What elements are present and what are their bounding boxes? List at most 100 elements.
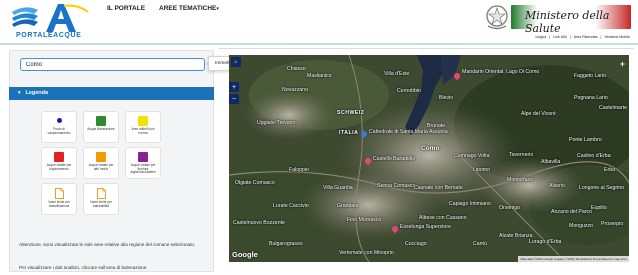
satellite-map[interactable]: ⌂ + − + Chiasso Maslianico Villa d'Este … bbox=[229, 55, 629, 262]
map-label-fino: Fino Mornasco bbox=[347, 217, 382, 223]
map-label-albavilla: Albavilla bbox=[541, 159, 561, 165]
zoom-in-button[interactable]: + bbox=[229, 82, 239, 92]
link-link-utili[interactable]: Link Utili bbox=[553, 35, 567, 39]
map-label-ponte: Ponte Lambro bbox=[569, 137, 602, 143]
legend-label: Punto di campionamento bbox=[47, 127, 71, 135]
map-label-esselunga: Esselunga Superstore bbox=[400, 224, 452, 230]
legend-item-valori-balneabilita[interactable]: Valori limite per balneabilità bbox=[83, 183, 119, 215]
legend-item-vietate-fioritura: Acque vietate per fioritura alghe/cianob… bbox=[125, 147, 161, 179]
legend-grid: Punto di campionamento Acque Balneazione… bbox=[41, 111, 165, 215]
map-label-longone: Longone al Segrino bbox=[579, 185, 624, 191]
separator: | bbox=[549, 35, 551, 39]
map-label-olgiate: Olgiate Comasco bbox=[235, 180, 275, 186]
ministry-title: Ministero della Salute bbox=[525, 9, 610, 35]
map-label-pognana: Pognana Lario bbox=[574, 95, 608, 101]
map-label-castelnuovo: Castelnuovo Bozzente bbox=[233, 220, 285, 226]
blue-dot-icon bbox=[56, 118, 62, 123]
map-label-albese: Albese con Cassano bbox=[419, 215, 467, 221]
nav-aree-tematiche[interactable]: AREE TEMATICHE▾ bbox=[159, 5, 219, 12]
legend-item-aree-fuori-norma: Aree adibiti fuori norma bbox=[125, 111, 161, 143]
legend-label: Acque vietate per inquinamento bbox=[46, 163, 72, 171]
logo-text: PORTALEACQUE bbox=[16, 32, 82, 39]
map-label-uggiate: Uggiate-Trevano bbox=[257, 120, 296, 126]
legend-label: Valori limite per classificazione bbox=[48, 200, 70, 208]
map-label-mandarin: Mandarin Oriental, Lago Di Como bbox=[462, 69, 540, 75]
legend-title: Legenda bbox=[25, 90, 49, 96]
fullscreen-icon[interactable]: + bbox=[620, 59, 625, 69]
map-label-orsenigo: Orsenigo bbox=[499, 205, 521, 211]
map-label-castello: Castello Baradello bbox=[373, 156, 416, 162]
map-label-alzate: Alzate Brianza bbox=[499, 233, 533, 239]
map-label-faloppio: Faloppio bbox=[289, 167, 309, 173]
legend-label: Acque Balneazione bbox=[87, 127, 115, 131]
legend-label: Valori limite per balneabilità bbox=[90, 200, 112, 208]
separator: | bbox=[569, 35, 571, 39]
triangle-down-icon: ▼ bbox=[17, 90, 22, 95]
map-label-vertemate: Vertemate con Minoprio bbox=[339, 250, 394, 256]
map-label-villaguardia: Villa Guardia bbox=[323, 185, 353, 191]
legend-label: Aree adibiti fuori norma bbox=[131, 127, 155, 135]
map-label-canzo: Caslino d'Erba bbox=[577, 153, 611, 159]
document-icon bbox=[54, 188, 64, 199]
map-label-senna: Senna Comasco bbox=[377, 183, 416, 189]
map-label-cantu: Cantù bbox=[473, 241, 487, 247]
legend-toggle[interactable]: ▼ Legenda bbox=[9, 87, 214, 100]
map-label-blevio: Blevio bbox=[439, 95, 454, 101]
utility-links: Lingua | Link Utili | Area Riservata | V… bbox=[533, 35, 630, 39]
nav-il-portale-label: IL PORTALE bbox=[107, 5, 146, 12]
map-label-tavernerio: Tavernerio bbox=[509, 152, 534, 158]
legend-item-acque-balneazione: Acque Balneazione bbox=[83, 111, 119, 143]
map-label-anzano: Anzano del Parco bbox=[551, 209, 592, 215]
legend-item-vietate-altri-motivi: Acque vietate per altri motivi bbox=[83, 147, 119, 179]
map-label-monguzzo: Monguzzo bbox=[569, 223, 593, 229]
map-label-proserpio: Proserpio bbox=[601, 221, 624, 227]
link-versione-mobile[interactable]: Versione Mobile bbox=[604, 35, 630, 39]
legend-item-valori-classificazione[interactable]: Valori limite per classificazione bbox=[41, 183, 77, 215]
content-divider bbox=[219, 48, 634, 49]
nav-aree-tematiche-label: AREE TEMATICHE bbox=[159, 5, 217, 12]
map-label-cattedrale: Cattedrale di Santa Maria Assunta bbox=[369, 129, 448, 135]
notice-instruction: Per visualizzare i dati analitici, clicc… bbox=[19, 265, 148, 270]
red-swatch bbox=[54, 152, 64, 162]
notice-text: Attenzione, sono visualizzate le sole ar… bbox=[19, 242, 196, 247]
map-label-como: Como bbox=[421, 145, 440, 152]
map-label-cucciago: Cucciago bbox=[405, 241, 427, 247]
map-label-grandate: Grandate bbox=[337, 203, 359, 209]
map-label-villa-este: Villa d'Este bbox=[384, 71, 410, 77]
map-label-cernobbio: Cernobbio bbox=[397, 88, 421, 94]
legend-label: Acque vietate per altri motivi bbox=[88, 163, 114, 171]
map-label-novazzano: Novazzano bbox=[282, 87, 308, 93]
google-logo: Google bbox=[232, 250, 258, 259]
legend-item-punto-campionamento: Punto di campionamento bbox=[41, 111, 77, 143]
map-label-faggeto: Faggeto Lario bbox=[574, 73, 607, 79]
document-icon bbox=[96, 188, 106, 199]
site-header: PORTALEACQUE IL PORTALE AREE TEMATICHE▾ … bbox=[0, 0, 638, 45]
chevron-down-icon: ▾ bbox=[216, 6, 219, 12]
map-label-casnate: Casnate con Bernate bbox=[414, 185, 463, 191]
map-label-erba: Erba bbox=[604, 167, 615, 173]
map-label-chiasso: Chiasso bbox=[287, 66, 306, 72]
link-area-riservata[interactable]: Area Riservata bbox=[574, 35, 598, 39]
map-label-lurago: Lurago d'Erba bbox=[529, 239, 562, 245]
map-label-alpe: Alpe del Viceré bbox=[521, 111, 556, 117]
zoom-controls: + − bbox=[229, 82, 240, 104]
zoom-out-button[interactable]: − bbox=[229, 94, 239, 104]
header-divider bbox=[0, 43, 638, 45]
map-attribution[interactable]: Map data ©2024 Google Imagery ©2024 Terr… bbox=[518, 256, 629, 262]
link-lingua[interactable]: Lingua bbox=[535, 35, 546, 39]
purple-swatch bbox=[138, 152, 148, 162]
comune-search-input[interactable] bbox=[20, 58, 205, 71]
legend-item-vietate-inquinamento: Acque vietate per inquinamento bbox=[41, 147, 77, 179]
map-layers-icon[interactable]: ⌂ bbox=[231, 57, 241, 67]
map-label-camnago: Camnago Volta bbox=[454, 153, 490, 159]
map-label-maslianico: Maslianico bbox=[307, 73, 332, 79]
yellow-swatch bbox=[138, 116, 148, 126]
italian-republic-emblem bbox=[486, 5, 508, 30]
map-label-alserio: Alserio bbox=[549, 183, 565, 189]
orange-swatch bbox=[96, 152, 106, 162]
map-label-capiago: Capiago Intimiano bbox=[449, 201, 491, 207]
separator: | bbox=[600, 35, 602, 39]
map-label-italia: ITALIA bbox=[339, 130, 359, 136]
nav-il-portale[interactable]: IL PORTALE bbox=[107, 5, 145, 12]
map-label-schweiz: SCHWEIZ bbox=[337, 110, 365, 116]
